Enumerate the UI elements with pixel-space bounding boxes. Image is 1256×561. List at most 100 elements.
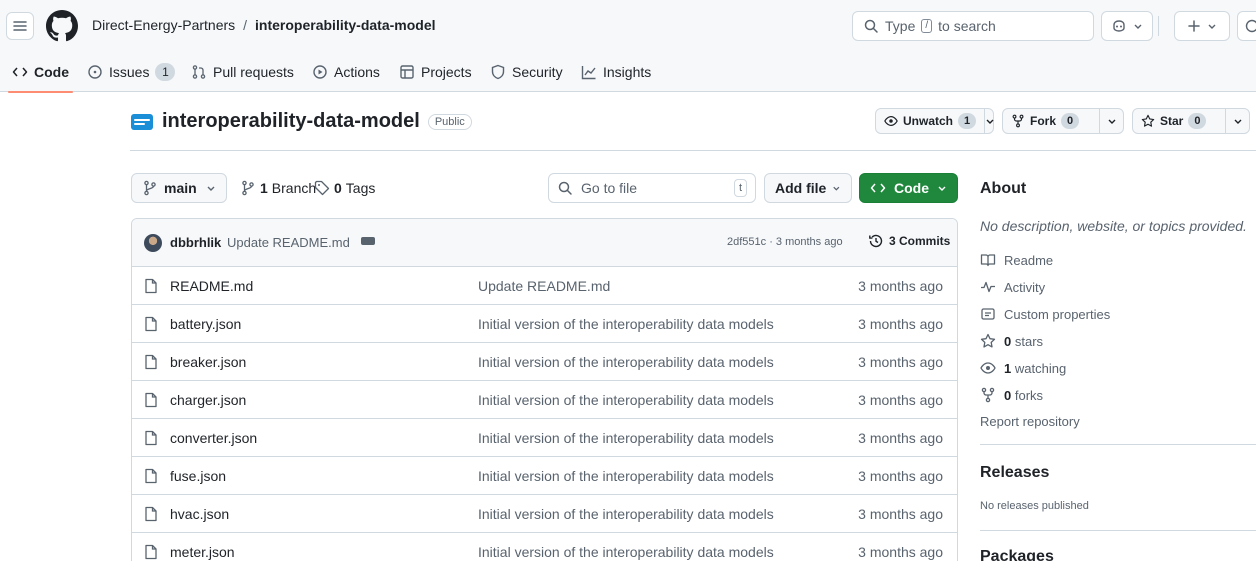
unwatch-button[interactable]: Unwatch 1 [875,108,994,134]
star-dropdown[interactable] [1225,109,1249,133]
file-name[interactable]: breaker.json [170,354,246,370]
fork-button[interactable]: Fork 0 [1002,108,1124,134]
tags-link[interactable]: 0 Tags [314,180,375,196]
file-commit-message[interactable]: Update README.md [478,278,610,294]
global-search-input[interactable]: Type / to search [852,11,1094,41]
file-name[interactable]: converter.json [170,430,257,446]
custom-properties-link[interactable]: Custom properties [980,306,1110,322]
table-row: meter.json Initial version of the intero… [132,533,957,561]
table-row: hvac.json Initial version of the interop… [132,495,957,533]
tab-code[interactable]: Code [8,52,73,93]
file-icon [145,506,157,522]
file-date: 3 months ago [858,468,943,484]
stars-link[interactable]: 0 stars [980,333,1043,349]
watching-count: 1 [1004,360,1012,376]
tab-code-label: Code [34,64,69,80]
breadcrumb-repo[interactable]: interoperability-data-model [255,17,435,33]
activity-link[interactable]: Activity [980,279,1045,295]
tab-issues[interactable]: Issues 1 [87,52,176,92]
history-icon [869,234,883,248]
chevron-down-icon [938,186,946,191]
play-icon [313,65,327,79]
github-logo-icon[interactable] [46,10,78,42]
report-repository-link[interactable]: Report repository [980,414,1080,429]
hamburger-icon [13,21,27,31]
unwatch-label: Unwatch [903,114,954,128]
star-button[interactable]: Star 0 [1132,108,1250,134]
issues-shortcut-button[interactable] [1237,11,1256,41]
tab-security[interactable]: Security [490,52,563,92]
file-commit-message[interactable]: Initial version of the interoperability … [478,468,774,484]
unwatch-dropdown[interactable] [984,109,995,133]
tab-insights[interactable]: Insights [581,52,651,92]
avatar[interactable] [144,234,162,252]
fork-dropdown[interactable] [1099,109,1123,133]
file-date: 3 months ago [858,392,943,408]
file-name[interactable]: battery.json [170,316,241,332]
git-branch-icon [242,180,254,196]
create-new-button[interactable] [1174,11,1230,41]
tag-count: 0 [334,180,342,196]
header-divider [1158,16,1159,36]
file-icon [145,316,157,332]
git-pull-request-icon [192,65,206,79]
releases-heading[interactable]: Releases [980,464,1049,482]
issue-circle-icon [1245,19,1256,33]
issues-counter: 1 [155,63,176,81]
tab-actions[interactable]: Actions [312,52,380,92]
stars-count: 0 [1004,333,1012,349]
file-name[interactable]: hvac.json [170,506,229,522]
kebab-horizontal-icon[interactable] [361,237,375,245]
file-commit-message[interactable]: Initial version of the interoperability … [478,506,774,522]
commit-author[interactable]: dbbrhlik [170,235,221,250]
menu-button[interactable] [6,12,34,40]
file-date: 3 months ago [858,278,943,294]
commit-message[interactable]: Update README.md [227,235,350,250]
eye-icon [980,362,996,374]
commits-link[interactable]: 3 Commits [868,233,950,249]
go-to-file-placeholder: Go to file [581,180,638,196]
releases-empty-text: No releases published [980,500,1089,512]
file-commit-message[interactable]: Initial version of the interoperability … [478,544,774,560]
tab-pull-requests-label: Pull requests [213,64,294,80]
activity-label: Activity [1004,279,1046,295]
file-icon [145,544,157,560]
file-name[interactable]: README.md [170,278,253,294]
about-heading: About [980,180,1027,197]
commit-hash-time[interactable]: 2df551c · 3 months ago [727,236,843,248]
watching-link[interactable]: 1 watching [980,360,1066,376]
branches-link[interactable]: 1 Branch [240,180,316,196]
readme-link[interactable]: Readme [980,252,1053,268]
tab-projects[interactable]: Projects [399,52,472,92]
file-commit-message[interactable]: Initial version of the interoperability … [478,430,774,446]
repo-name[interactable]: interoperability-data-model [162,110,420,133]
tab-actions-label: Actions [334,64,380,80]
code-button[interactable]: Code [859,173,958,203]
star-icon [1141,114,1155,127]
add-file-button[interactable]: Add file [764,173,852,203]
chevron-down-icon [1108,119,1115,124]
file-name[interactable]: meter.json [170,544,235,560]
breadcrumb-owner[interactable]: Direct-Energy-Partners [92,17,235,33]
copilot-button[interactable] [1101,11,1153,41]
star-icon [980,333,996,348]
go-to-file-input[interactable]: Go to file t [548,173,756,203]
file-name[interactable]: fuse.json [170,468,226,484]
packages-heading[interactable]: Packages [980,548,1054,561]
file-icon [145,278,157,294]
repo-nav: Code Issues 1 Pull requests Actions Proj… [0,52,1256,93]
chevron-down-icon [1208,24,1216,29]
file-commit-message[interactable]: Initial version of the interoperability … [478,354,774,370]
file-icon [145,354,157,370]
branch-select-button[interactable]: main [131,173,227,203]
file-commit-message[interactable]: Initial version of the interoperability … [478,316,774,332]
watching-label: watching [1014,360,1067,376]
tag-icon [314,180,330,196]
tab-pull-requests[interactable]: Pull requests [191,52,294,92]
forks-link[interactable]: 0 forks [980,387,1043,403]
star-label: Star [1160,114,1184,128]
file-name[interactable]: charger.json [170,392,246,408]
table-row: README.md Update README.md 3 months ago [132,267,957,305]
file-commit-message[interactable]: Initial version of the interoperability … [478,392,774,408]
unwatch-count: 1 [958,113,977,129]
